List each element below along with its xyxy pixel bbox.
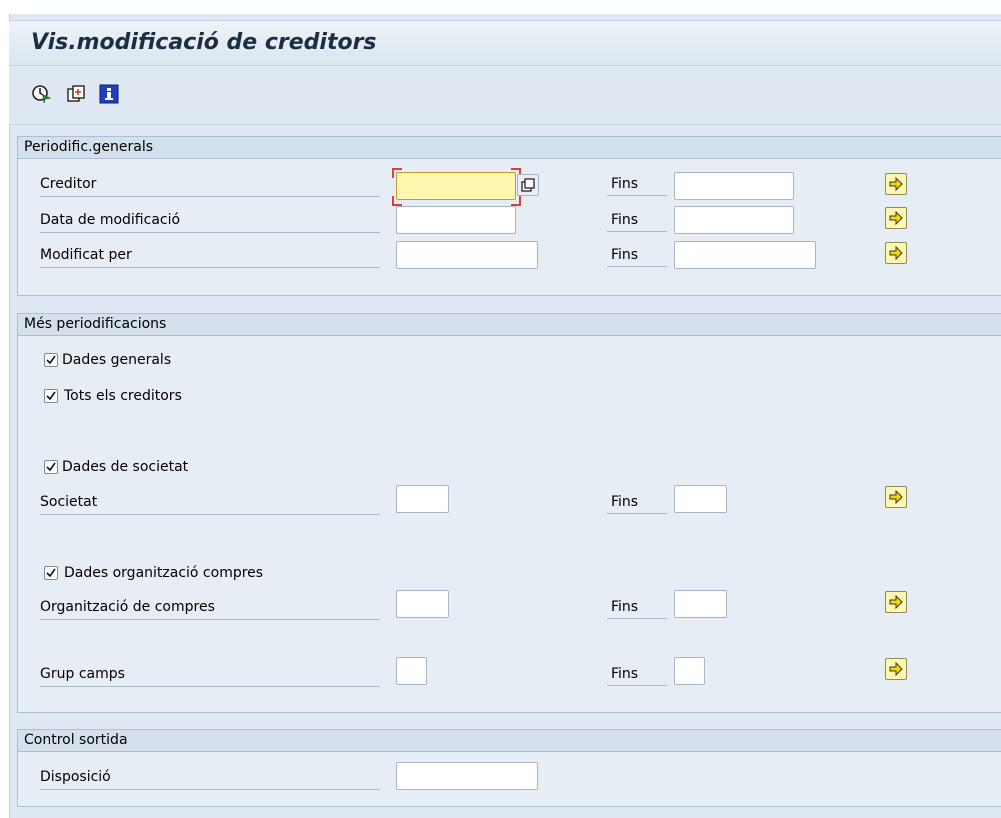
focus-corner-marker (511, 196, 521, 206)
modificat-per-to-input[interactable] (674, 241, 816, 269)
program-info-icon[interactable] (99, 84, 119, 104)
execute-icon[interactable] (31, 84, 52, 104)
data-modificacio-from-input[interactable] (396, 206, 516, 234)
creditor-label: Creditor (40, 172, 380, 197)
disposicio-label: Disposició (40, 765, 380, 790)
checkmark-icon (46, 355, 56, 365)
dades-generals-checkbox[interactable] (44, 353, 58, 367)
checkmark-icon (46, 462, 56, 472)
societat-label: Societat (40, 490, 380, 515)
grup-camps-label: Grup camps (40, 662, 380, 687)
disposicio-input[interactable] (396, 762, 538, 790)
get-variant-icon[interactable] (66, 84, 86, 104)
grup-camps-to-input[interactable] (674, 657, 705, 685)
societat-from-input[interactable] (396, 485, 449, 513)
grup-camps-from-input[interactable] (396, 657, 427, 685)
multiple-selection-icon (521, 178, 535, 192)
group-header: Control sortida (18, 730, 1001, 752)
organitzacio-compres-fins-label: Fins (607, 595, 667, 619)
data-modificacio-to-input[interactable] (674, 206, 794, 234)
tots-creditors-checkbox[interactable] (44, 389, 58, 403)
societat-fins-label: Fins (607, 490, 667, 514)
modificat-per-from-input[interactable] (396, 241, 538, 269)
grup-camps-fins-label: Fins (607, 662, 667, 686)
arrow-right-icon (889, 490, 903, 504)
arrow-right-icon (889, 595, 903, 609)
screen-title: Vis.modificació de creditors (31, 30, 377, 55)
dades-organitzacio-label: Dades organització compres (64, 565, 264, 581)
dades-generals-label: Dades generals (62, 352, 172, 368)
application-toolbar (9, 66, 1001, 125)
societat-more-button[interactable] (885, 486, 907, 508)
grup-camps-more-button[interactable] (885, 658, 907, 680)
arrow-right-icon (889, 662, 903, 676)
data-modificacio-more-button[interactable] (885, 207, 907, 229)
modificat-per-fins-label: Fins (607, 243, 667, 267)
arrow-right-icon (889, 246, 903, 260)
organitzacio-compres-from-input[interactable] (396, 590, 449, 618)
creditor-to-input[interactable] (674, 172, 794, 200)
modificat-per-more-button[interactable] (885, 242, 907, 264)
organitzacio-compres-more-button[interactable] (885, 591, 907, 613)
multiple-selection-button[interactable] (517, 174, 539, 196)
creditor-from-input[interactable] (396, 172, 516, 200)
group-header: Periodific.generals (18, 137, 1001, 159)
organitzacio-compres-label: Organització de compres (40, 595, 380, 620)
organitzacio-compres-to-input[interactable] (674, 590, 727, 618)
societat-to-input[interactable] (674, 485, 727, 513)
arrow-right-icon (889, 211, 903, 225)
data-modificacio-label: Data de modificació (40, 208, 380, 233)
creditor-more-button[interactable] (885, 173, 907, 195)
group-header: Més periodificacions (18, 314, 1001, 336)
arrow-right-icon (889, 177, 903, 191)
tots-creditors-label: Tots els creditors (64, 388, 182, 404)
creditor-fins-label: Fins (607, 172, 667, 196)
data-modificacio-fins-label: Fins (607, 208, 667, 232)
checkmark-icon (46, 568, 56, 578)
focus-corner-marker (392, 196, 402, 206)
modificat-per-label: Modificat per (40, 243, 380, 268)
checkmark-icon (46, 391, 56, 401)
dades-organitzacio-checkbox[interactable] (44, 566, 58, 580)
focus-corner-marker (392, 168, 402, 178)
dades-societat-checkbox[interactable] (44, 460, 58, 474)
dades-societat-label: Dades de societat (62, 459, 189, 475)
